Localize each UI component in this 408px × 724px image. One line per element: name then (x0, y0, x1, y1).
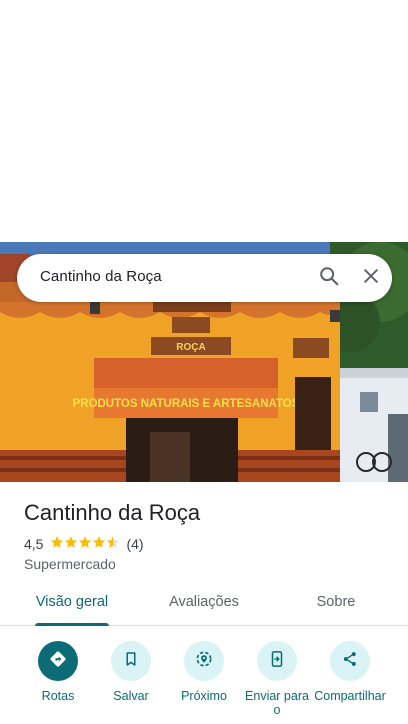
review-count[interactable]: (4) (126, 536, 143, 552)
rating-stars (50, 535, 120, 552)
directions-circle[interactable] (38, 641, 78, 681)
star-icon (50, 535, 64, 552)
tab-about[interactable]: Sobre (296, 594, 376, 626)
directions-label: Rotas (41, 689, 75, 703)
place-sheet: ROÇA PRODUTOS NATURAIS E ARTESANATOS Can… (0, 0, 408, 724)
share-icon (341, 650, 359, 673)
send-to-phone-button[interactable]: Enviar para o (237, 641, 317, 717)
rating-value: 4,5 (24, 535, 44, 552)
tab-reviews[interactable]: Avaliações (156, 594, 252, 626)
place-title: Cantinho da Roça (24, 500, 201, 525)
save-button[interactable]: Salvar (91, 641, 171, 703)
close-icon (361, 266, 381, 291)
close-button[interactable] (357, 264, 385, 292)
photo-sign-small: ROÇA (176, 342, 205, 353)
search-icon (318, 265, 340, 292)
tab-active-indicator (35, 623, 109, 626)
search-query-text[interactable]: Cantinho da Roça (40, 268, 162, 285)
share-label: Compartilhar (314, 689, 386, 703)
star-icon (78, 535, 92, 552)
send-to-phone-circle[interactable] (257, 641, 297, 681)
send-to-phone-icon (268, 650, 286, 673)
search-button[interactable] (315, 264, 343, 292)
share-button[interactable]: Compartilhar (310, 641, 390, 703)
search-bar[interactable]: Cantinho da Roça (17, 254, 392, 302)
nearby-button[interactable]: Próximo (164, 641, 244, 703)
share-circle[interactable] (330, 641, 370, 681)
save-circle[interactable] (111, 641, 151, 681)
tab-overview[interactable]: Visão geral (24, 594, 120, 626)
tab-bar: Visão geral Avaliações Sobre (0, 588, 408, 626)
nearby-label: Próximo (181, 689, 227, 703)
directions-button[interactable]: Rotas (18, 641, 98, 703)
place-category: Supermercado (24, 556, 116, 572)
bookmark-icon (122, 650, 140, 673)
photo-sign-main: PRODUTOS NATURAIS E ARTESANATOS (73, 398, 300, 410)
save-label: Salvar (113, 689, 149, 703)
nearby-icon (194, 649, 214, 674)
send-to-phone-label: Enviar para o (245, 689, 309, 717)
star-icon (64, 535, 78, 552)
directions-icon (48, 649, 68, 674)
nearby-circle[interactable] (184, 641, 224, 681)
star-half-icon (106, 535, 120, 552)
rating-row[interactable]: 4,5 (4) (24, 535, 144, 552)
star-icon (92, 535, 106, 552)
